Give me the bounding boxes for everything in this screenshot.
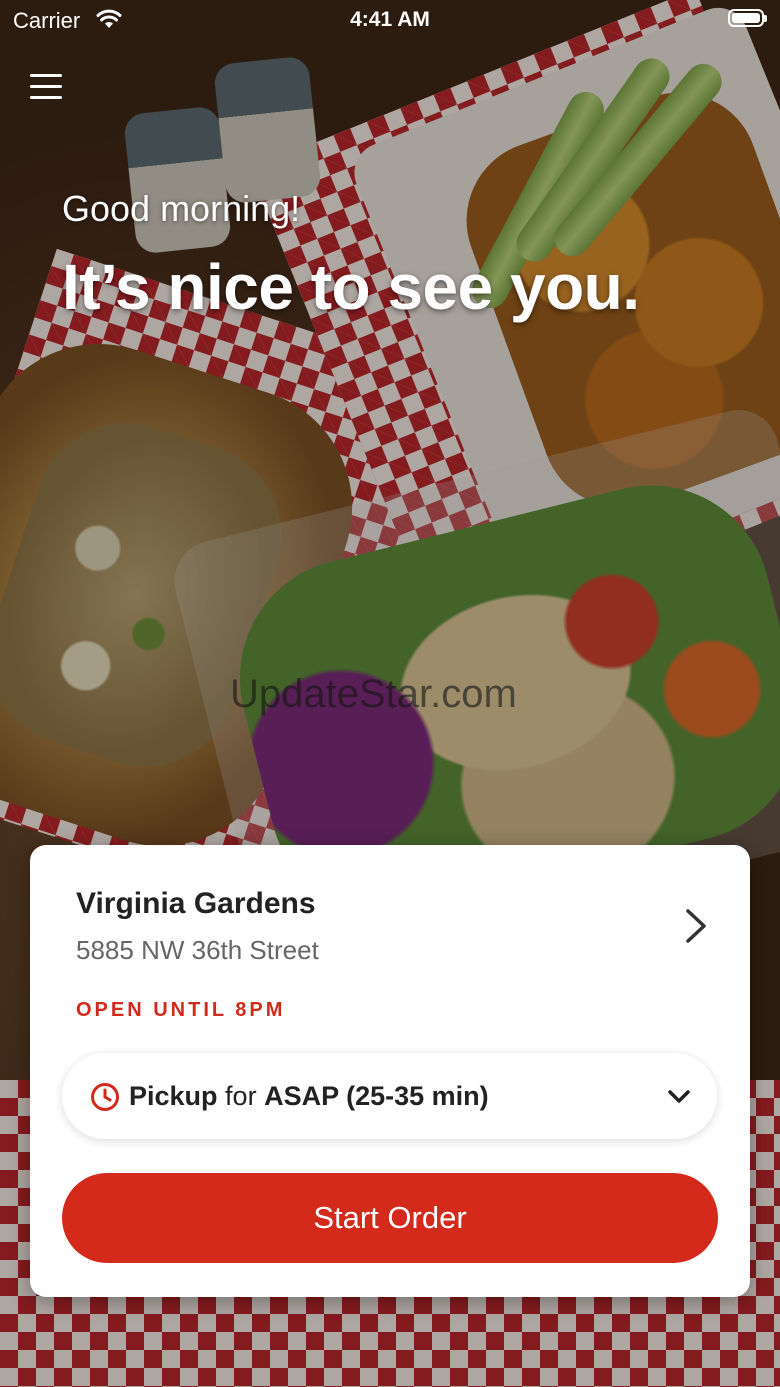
headline: It’s nice to see you. [62, 251, 640, 323]
location-card: Virginia Gardens 5885 NW 36th Street OPE… [30, 845, 750, 1297]
greeting: Good morning! [62, 188, 301, 229]
pickup-time-selector[interactable]: Pickup for ASAP (25-35 min) [62, 1053, 717, 1139]
order-connector: for [225, 1081, 257, 1111]
watermark: UpdateStar.com [230, 672, 517, 716]
location-address: 5885 NW 36th Street [76, 935, 319, 965]
start-order-button[interactable]: Start Order [62, 1173, 718, 1263]
location-name[interactable]: Virginia Gardens [76, 887, 316, 921]
order-time: ASAP (25-35 min) [264, 1081, 489, 1111]
open-status-label: OPEN UNTIL 8PM [76, 999, 286, 1021]
clock-icon [91, 1083, 119, 1111]
status-bar: Carrier 4:41 AM [0, 0, 780, 44]
chevron-right-icon[interactable] [678, 907, 712, 945]
clock-time: 4:41 AM [350, 8, 430, 31]
chevron-down-icon[interactable] [666, 1086, 692, 1108]
hamburger-menu-icon[interactable] [30, 74, 62, 102]
pickup-text: Pickup for ASAP (25-35 min) [129, 1081, 489, 1112]
order-mode: Pickup [129, 1081, 218, 1111]
battery-icon [728, 9, 767, 27]
